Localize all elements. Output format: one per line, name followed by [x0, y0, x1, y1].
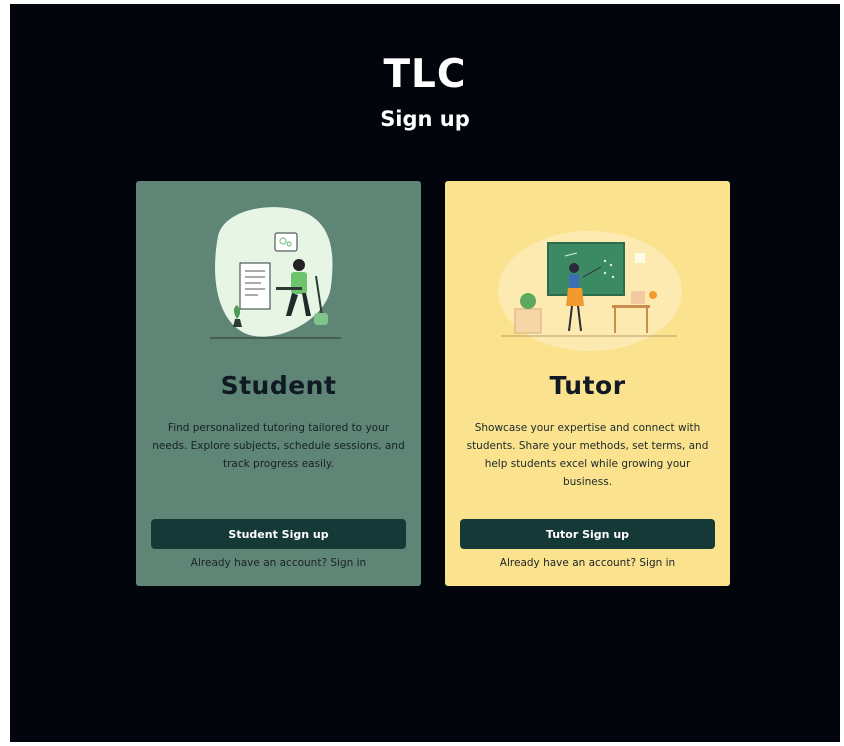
tutor-illustration	[498, 231, 682, 351]
tutor-signin-row: Already have an account? Sign in	[445, 557, 730, 569]
tutor-signin-prompt: Already have an account?	[499, 557, 637, 569]
tutor-card-title: Tutor	[549, 371, 626, 400]
student-card-title: Student	[220, 371, 337, 400]
student-card-description: Find personalized tutoring tailored to y…	[152, 422, 405, 470]
student-signup-button[interactable]: Student Sign up	[151, 519, 406, 549]
student-signin-prompt: Already have an account?	[190, 557, 328, 569]
student-signin-row: Already have an account? Sign in	[136, 557, 421, 569]
brand-logo: TLC	[383, 52, 467, 97]
tutor-signup-button[interactable]: Tutor Sign up	[460, 519, 715, 549]
page-background: TLC Sign up Student Find personalized tu…	[10, 4, 840, 742]
page-title: Sign up	[380, 107, 470, 131]
student-card: Student Find personalized tutoring tailo…	[136, 181, 421, 586]
student-illustration	[210, 207, 341, 339]
tutor-card: Tutor Showcase your expertise and connec…	[445, 181, 730, 586]
student-signin-link[interactable]: Sign in	[330, 557, 366, 569]
tutor-signin-link[interactable]: Sign in	[639, 557, 675, 569]
tutor-card-description: Showcase your expertise and connect with…	[466, 422, 709, 488]
